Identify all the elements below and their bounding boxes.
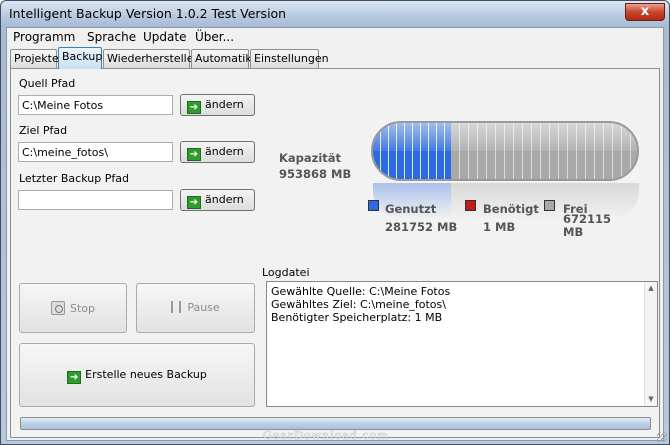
gauge-shine	[373, 123, 637, 151]
app-window: Intelligent Backup Version 1.0.2 Test Ve…	[0, 0, 670, 445]
scroll-up-icon[interactable]: ▲	[645, 282, 657, 295]
create-backup-button[interactable]: ➔ Erstelle neues Backup	[19, 343, 255, 407]
window-title: Intelligent Backup Version 1.0.2 Test Ve…	[9, 6, 287, 21]
menu-bar: Programm Sprache Update Über...	[7, 28, 663, 46]
change-source-button[interactable]: ➔ ändern	[180, 94, 255, 116]
tab-backup[interactable]: Backup	[58, 47, 102, 69]
log-line: Benötigter Speicherplatz: 1 MB	[271, 311, 443, 324]
arrow-right-icon: ➔	[67, 371, 82, 384]
arrow-right-icon: ➔	[187, 196, 201, 209]
log-textbox[interactable]: Gewählte Quelle: C:\Meine Fotos Gewählte…	[266, 281, 658, 407]
change-last-backup-button[interactable]: ➔ ändern	[180, 189, 255, 211]
log-scrollbar[interactable]: ▲ ▼	[644, 282, 657, 406]
scroll-down-icon[interactable]: ▼	[645, 393, 657, 406]
capacity-value: 953868 MB	[279, 167, 352, 181]
tab-projekte[interactable]: Projekte	[10, 49, 59, 68]
title-bar[interactable]: Intelligent Backup Version 1.0.2 Test Ve…	[1, 1, 669, 27]
create-backup-label: Erstelle neues Backup	[85, 368, 207, 381]
close-button[interactable]: x	[625, 3, 665, 21]
pause-icon	[171, 301, 182, 313]
stop-button[interactable]: Stop	[19, 283, 127, 333]
change-last-backup-label: ändern	[205, 193, 244, 206]
resize-grip-icon[interactable]	[657, 432, 667, 442]
pause-button[interactable]: Pause	[136, 283, 255, 333]
log-label: Logdatei	[262, 266, 310, 279]
source-path-field[interactable]: C:\Meine Fotos	[18, 95, 173, 115]
arrow-right-icon: ➔	[187, 148, 201, 161]
capacity-label: Kapazität	[279, 151, 342, 165]
menu-update[interactable]: Update	[143, 30, 186, 44]
log-line: Gewählte Quelle: C:\Meine Fotos	[271, 285, 451, 298]
change-source-label: ändern	[205, 98, 244, 111]
legend-needed-label: Benötigt	[483, 202, 539, 216]
watermark: GearDownload.com	[263, 429, 389, 442]
legend-used-value: 281752 MB	[385, 220, 458, 234]
legend-used-label: Genutzt	[385, 202, 437, 216]
menu-programm[interactable]: Programm	[13, 30, 75, 44]
legend-needed-value: 1 MB	[483, 220, 516, 234]
client-area: Programm Sprache Update Über... Projekte…	[6, 27, 664, 441]
change-target-button[interactable]: ➔ ändern	[180, 141, 255, 163]
tab-einstellungen[interactable]: Einstellungen	[250, 49, 329, 68]
log-line: Gewähltes Ziel: C:\meine_fotos\	[271, 298, 446, 311]
legend-free-value: 672115 MB	[563, 212, 612, 239]
pause-label: Pause	[187, 301, 220, 314]
legend-used-swatch	[368, 200, 379, 211]
source-path-label: Quell Pfad	[19, 77, 76, 90]
legend-free-swatch	[544, 200, 555, 211]
menu-sprache[interactable]: Sprache	[87, 30, 136, 44]
change-target-label: ändern	[205, 145, 244, 158]
stop-icon	[50, 301, 65, 315]
capacity-gauge	[371, 121, 639, 181]
last-backup-path-field[interactable]	[18, 190, 173, 210]
menu-ueber[interactable]: Über...	[195, 30, 234, 44]
target-path-field[interactable]: C:\meine_fotos\	[18, 142, 173, 162]
legend-needed-swatch	[465, 200, 476, 211]
arrow-right-icon: ➔	[187, 101, 201, 114]
tab-automatik[interactable]: Automatik	[191, 49, 252, 68]
backup-panel: Quell Pfad C:\Meine Fotos ➔ ändern Ziel P…	[10, 68, 660, 438]
target-path-label: Ziel Pfad	[19, 124, 68, 137]
tab-wiederherstellen[interactable]: Wiederherstellen	[103, 49, 200, 68]
stop-label: Stop	[69, 302, 95, 315]
last-backup-path-label: Letzter Backup Pfad	[19, 172, 129, 185]
